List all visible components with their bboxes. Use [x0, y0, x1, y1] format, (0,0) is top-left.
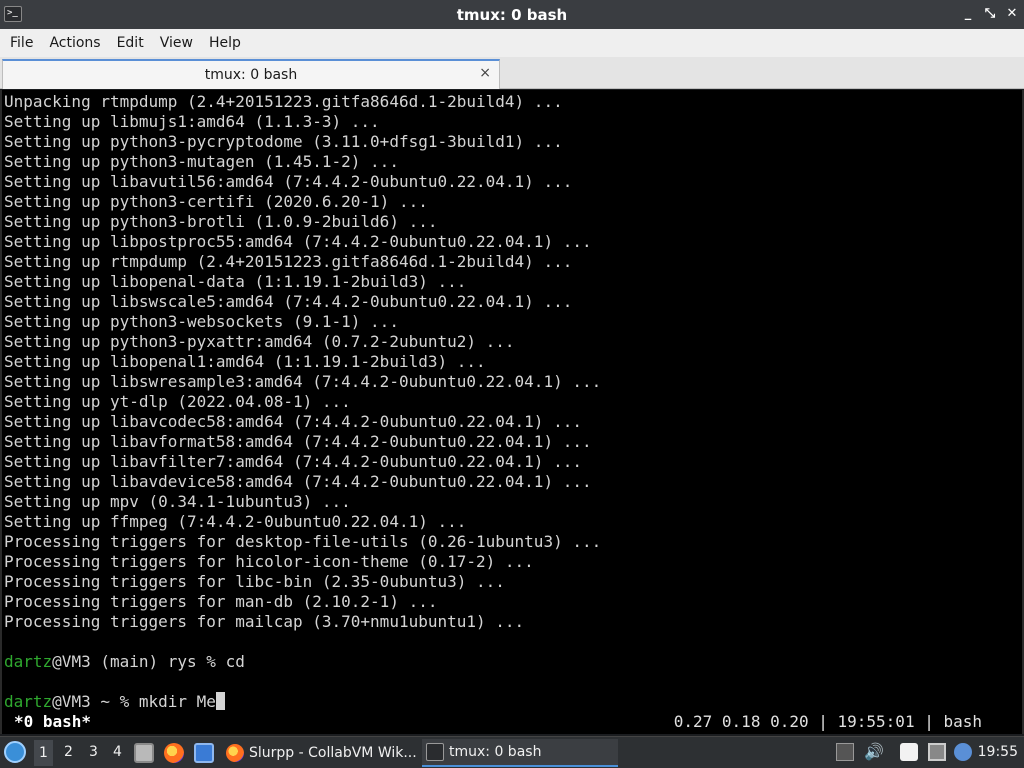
terminal-view[interactable]: Unpacking rtmpdump (2.4+20151223.gitfa86… — [0, 90, 1024, 734]
tab-close-icon[interactable]: × — [479, 65, 491, 81]
terminal-line: Unpacking rtmpdump (2.4+20151223.gitfa86… — [4, 92, 563, 111]
terminal-line: Setting up libavfilter7:amd64 (7:4.4.2-0… — [4, 452, 582, 471]
terminal-icon — [426, 743, 444, 761]
terminal-line: Setting up libswresample3:amd64 (7:4.4.2… — [4, 372, 602, 391]
terminal-output: Unpacking rtmpdump (2.4+20151223.gitfa86… — [4, 92, 601, 712]
terminal-line: Processing triggers for man-db (2.10.2-1… — [4, 592, 438, 611]
terminal-line: Setting up rtmpdump (2.4+20151223.gitfa8… — [4, 252, 573, 271]
terminal-line: Setting up yt-dlp (2022.04.08-1) ... — [4, 392, 351, 411]
start-menu-icon[interactable] — [4, 741, 26, 763]
minimize-button[interactable]: _ — [960, 5, 976, 23]
prompt-command: @VM3 (main) rys % cd — [52, 652, 245, 671]
terminal-line: Setting up libavutil56:amd64 (7:4.4.2-0u… — [4, 172, 573, 191]
task-label: Slurpp - CollabVM Wik... — [249, 745, 417, 761]
menu-edit[interactable]: Edit — [109, 35, 152, 51]
tab-bar: tmux: 0 bash × — [0, 57, 1024, 89]
terminal-line: Setting up libopenal-data (1:1.19.1-2bui… — [4, 272, 467, 291]
terminal-cursor — [215, 692, 225, 710]
file-manager-icon[interactable] — [134, 743, 154, 763]
prompt-line-mkdir: dartz@VM3 ~ % mkdir Me — [4, 692, 601, 712]
show-desktop-icon[interactable] — [194, 743, 214, 763]
terminal-line: Setting up libavformat58:amd64 (7:4.4.2-… — [4, 432, 592, 451]
task-terminal[interactable]: tmux: 0 bash — [422, 739, 618, 767]
terminal-line: Setting up libmujs1:amd64 (1.1.3-3) ... — [4, 112, 380, 131]
notification-icon[interactable] — [954, 743, 972, 761]
firefox-icon[interactable] — [164, 743, 184, 763]
menu-view[interactable]: View — [152, 35, 201, 51]
tab-tmux[interactable]: tmux: 0 bash × — [2, 59, 500, 89]
terminal-line: Processing triggers for libc-bin (2.35-0… — [4, 572, 505, 591]
tray-update-icon[interactable] — [836, 743, 854, 761]
tmux-status-bar: *0 bash* 0.27 0.18 0.20 | 19:55:01 | bas… — [2, 712, 1022, 732]
workspace-2[interactable]: 2 — [64, 744, 73, 760]
workspace-3[interactable]: 3 — [89, 744, 98, 760]
terminal-line: Setting up libavcodec58:amd64 (7:4.4.2-0… — [4, 412, 582, 431]
prompt-user: dartz — [4, 692, 53, 711]
tab-label: tmux: 0 bash — [204, 67, 298, 83]
tmux-right-status: 0.27 0.18 0.20 | 19:55:01 | bash — [673, 712, 982, 731]
terminal-app-icon: >_ — [4, 6, 22, 22]
task-firefox[interactable]: Slurpp - CollabVM Wik... — [222, 739, 418, 767]
terminal-line: Setting up python3-mutagen (1.45.1-2) ..… — [4, 152, 399, 171]
network-icon[interactable] — [928, 743, 946, 761]
terminal-line: Setting up python3-certifi (2020.6.20-1)… — [4, 192, 428, 211]
window-controls: _ ⤡ ✕ — [960, 5, 1020, 23]
menu-help[interactable]: Help — [201, 35, 249, 51]
close-button[interactable]: ✕ — [1004, 5, 1020, 23]
clipboard-icon[interactable] — [900, 743, 918, 761]
terminal-line: Setting up python3-pyxattr:amd64 (0.7.2-… — [4, 332, 515, 351]
prompt-user: dartz — [4, 652, 53, 671]
window-title: tmux: 0 bash — [456, 5, 568, 24]
volume-icon[interactable]: 🔊 — [864, 743, 884, 761]
workspace-1[interactable]: 1 — [34, 740, 53, 766]
terminal-line: Setting up ffmpeg (7:4.4.2-0ubuntu0.22.0… — [4, 512, 467, 531]
terminal-line: Setting up libswscale5:amd64 (7:4.4.2-0u… — [4, 292, 573, 311]
terminal-line: Processing triggers for mailcap (3.70+nm… — [4, 612, 525, 631]
clock[interactable]: 19:55 — [978, 744, 1018, 760]
maximize-button[interactable]: ⤡ — [982, 5, 998, 23]
terminal-line: Setting up libpostproc55:amd64 (7:4.4.2-… — [4, 232, 592, 251]
terminal-line: Setting up libopenal1:amd64 (1:1.19.1-2b… — [4, 352, 486, 371]
prompt-line-cd: dartz@VM3 (main) rys % cd — [4, 652, 601, 672]
taskbar: 1 2 3 4 Slurpp - CollabVM Wik... tmux: 0… — [0, 736, 1024, 768]
task-label: tmux: 0 bash — [449, 744, 542, 760]
terminal-line: Setting up python3-brotli (1.0.9-2build6… — [4, 212, 438, 231]
terminal-line: Setting up python3-pycryptodome (3.11.0+… — [4, 132, 563, 151]
prompt-command: @VM3 ~ % mkdir Me — [52, 692, 216, 711]
terminal-line: Setting up python3-websockets (9.1-1) ..… — [4, 312, 399, 331]
terminal-line: Setting up libavdevice58:amd64 (7:4.4.2-… — [4, 472, 592, 491]
menu-bar: File Actions Edit View Help — [0, 29, 1024, 57]
firefox-icon — [226, 744, 244, 762]
terminal-line: Setting up mpv (0.34.1-1ubuntu3) ... — [4, 492, 351, 511]
window-titlebar[interactable]: >_ tmux: 0 bash _ ⤡ ✕ — [0, 0, 1024, 29]
terminal-line: Processing triggers for hicolor-icon-the… — [4, 552, 534, 571]
workspace-4[interactable]: 4 — [113, 744, 122, 760]
terminal-line: Processing triggers for desktop-file-uti… — [4, 532, 602, 551]
tmux-window-label[interactable]: *0 bash* — [14, 712, 91, 732]
menu-file[interactable]: File — [2, 35, 41, 51]
menu-actions[interactable]: Actions — [41, 35, 108, 51]
